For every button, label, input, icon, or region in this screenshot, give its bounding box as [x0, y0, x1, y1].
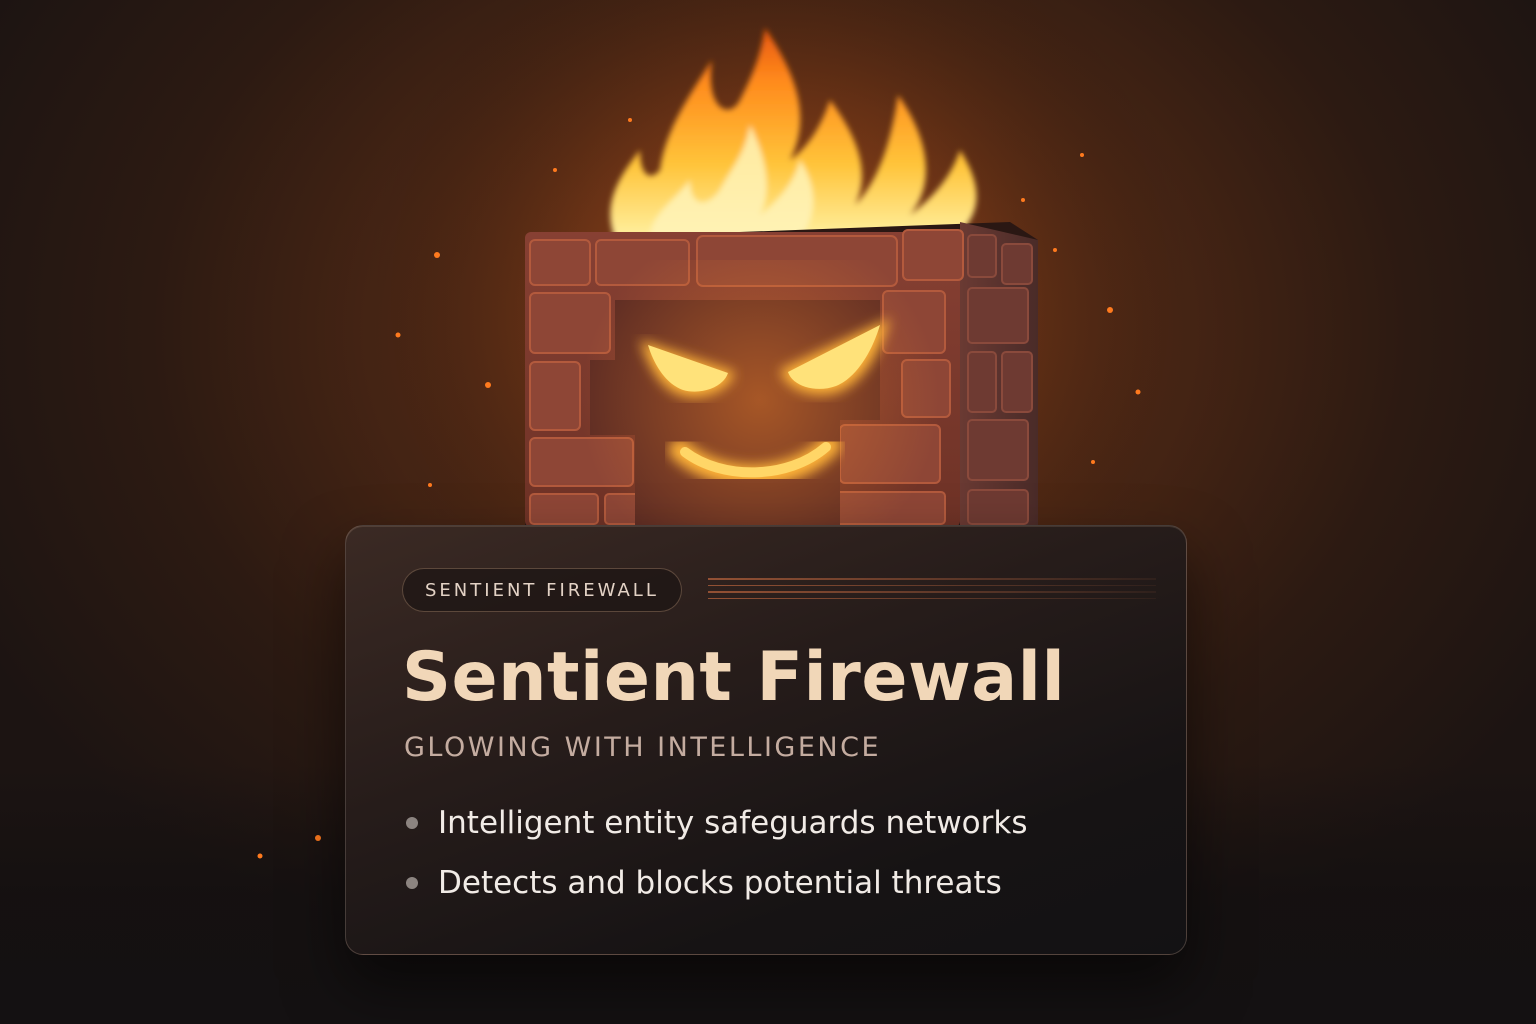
category-tag: SENTIENT FIREWALL — [402, 568, 682, 612]
brick-wall — [525, 222, 1038, 530]
info-card: SENTIENT FIREWALL Sentient Firewall GLOW… — [345, 525, 1187, 955]
list-item-text: Detects and blocks potential threats — [438, 865, 1002, 901]
decorative-lines — [708, 578, 1156, 604]
list-item-text: Intelligent entity safeguards networks — [438, 805, 1028, 841]
bullet-dot-icon — [406, 877, 418, 889]
card-title: Sentient Firewall — [402, 638, 1066, 717]
bullet-dot-icon — [406, 817, 418, 829]
list-item: Intelligent entity safeguards networks — [406, 800, 1027, 860]
list-item: Detects and blocks potential threats — [406, 860, 1027, 920]
card-subtitle: GLOWING WITH INTELLIGENCE — [404, 732, 882, 763]
feature-list: Intelligent entity safeguards networks D… — [406, 800, 1027, 920]
